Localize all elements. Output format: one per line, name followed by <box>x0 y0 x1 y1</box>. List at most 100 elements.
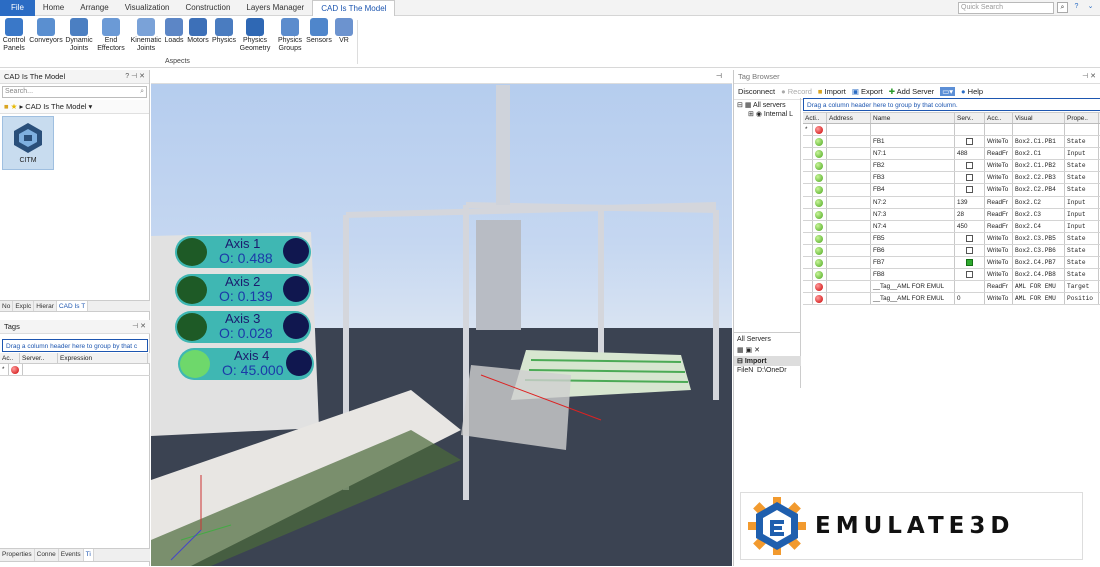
tab-events[interactable]: Events <box>59 549 84 561</box>
cell-address[interactable] <box>827 232 871 244</box>
tab-connections[interactable]: Conne <box>35 549 59 561</box>
row-status-cell[interactable] <box>813 184 827 196</box>
row-status-cell[interactable] <box>813 160 827 172</box>
cell-visual[interactable]: Box2.C4 <box>1013 220 1065 232</box>
row-status-cell[interactable] <box>813 232 827 244</box>
cell-prop[interactable]: Input <box>1065 208 1099 220</box>
file-name-property[interactable]: FileN D:\OneDr <box>734 366 801 375</box>
cell-visual[interactable]: AML FOR EMU <box>1013 281 1065 293</box>
cell-prop[interactable]: State <box>1065 244 1099 257</box>
cell-visual[interactable]: Box2.C1.PB2 <box>1013 160 1065 172</box>
tag-row[interactable]: __Tag__AML FOR EMUL ReadFr AML FOR EMU Targ… <box>803 281 1100 294</box>
tag-row[interactable]: FB4 WriteTo Box2.C2.PB4 State <box>803 184 1100 197</box>
tab-hierarchy[interactable]: Hierar <box>34 301 57 311</box>
column-header-access[interactable]: Acc.. <box>985 113 1013 123</box>
record-button[interactable]: ● Record <box>781 87 812 96</box>
cell-access[interactable]: WriteTo <box>985 257 1013 269</box>
row-status-cell[interactable] <box>803 196 813 208</box>
cell-address[interactable] <box>827 208 871 220</box>
cell-server[interactable] <box>955 232 985 244</box>
cell-server[interactable] <box>955 160 985 172</box>
cell-name[interactable]: N7:2 <box>871 196 955 208</box>
cell-name[interactable]: __Tag__AML FOR EMUL <box>871 281 955 293</box>
checkbox[interactable] <box>966 186 973 194</box>
cell-server[interactable]: 488 <box>955 148 985 160</box>
row-status-cell[interactable] <box>803 208 813 220</box>
row-status-cell[interactable] <box>803 220 813 232</box>
row-status-cell[interactable] <box>803 293 813 305</box>
cell-server[interactable]: 139 <box>955 196 985 208</box>
physics-groups-button[interactable]: Physics Groups <box>275 18 305 58</box>
physics-geometry-button[interactable]: Physics Geometry <box>238 18 272 58</box>
row-status-cell[interactable] <box>813 220 827 232</box>
tag-row[interactable]: FB1 WriteTo Box2.C1.PB1 State <box>803 136 1100 149</box>
tag-row[interactable]: __Tag__AML FOR EMUL 0 WriteTo AML FOR EMU Po… <box>803 293 1100 306</box>
cell-access[interactable]: ReadFr <box>985 196 1013 208</box>
cell-name[interactable]: FB8 <box>871 269 955 281</box>
cell-visual[interactable]: Box2.C3.PB5 <box>1013 232 1065 244</box>
tab-properties[interactable]: Properties <box>0 549 35 561</box>
end-effectors-button[interactable]: End Effectors <box>96 18 126 58</box>
cell-visual[interactable]: Box2.C4.PB7 <box>1013 257 1065 269</box>
cell-prop[interactable]: State <box>1065 172 1099 184</box>
row-status-cell[interactable] <box>803 160 813 172</box>
cell-server[interactable]: 0 <box>955 293 985 305</box>
tag-row[interactable]: N7:3 28 ReadFr Box2.C3 Input <box>803 208 1100 221</box>
cell-name[interactable]: N7:1 <box>871 148 955 160</box>
vr-button[interactable]: VR <box>333 18 355 58</box>
cell-access[interactable]: WriteTo <box>985 244 1013 257</box>
column-header-active[interactable]: Acti.. <box>803 113 827 123</box>
row-status-cell[interactable] <box>803 172 813 184</box>
cell-access[interactable]: ReadFr <box>985 281 1013 293</box>
column-header[interactable]: Server.. <box>20 353 58 363</box>
checkbox[interactable] <box>966 259 973 267</box>
row-status-cell[interactable] <box>803 281 813 293</box>
cell-visual[interactable]: Box2.C3 <box>1013 208 1065 220</box>
cell-address[interactable] <box>827 220 871 232</box>
tag-row[interactable]: FB8 WriteTo Box2.C4.PB8 State <box>803 269 1100 282</box>
cell-prop[interactable]: State <box>1065 257 1099 269</box>
row-status-cell[interactable] <box>803 136 813 148</box>
tag-row[interactable]: N7:4 450 ReadFr Box2.C4 Input <box>803 220 1100 233</box>
tree-root[interactable]: ⊟ ▦ All servers <box>734 98 800 109</box>
cell-server[interactable] <box>955 184 985 196</box>
cell-visual[interactable]: Box2.C3.PB6 <box>1013 244 1065 257</box>
3d-viewport[interactable]: Axis 1 O: 0.488 Axis 2 O: 0.139 Axis 3 O… <box>151 70 732 566</box>
search-icon[interactable]: ⌕ <box>1057 2 1068 13</box>
cell-prop[interactable]: State <box>1065 160 1099 172</box>
tag-row[interactable]: FB3 WriteTo Box2.C2.PB3 State <box>803 172 1100 185</box>
panel-controls[interactable]: ⊣ ✕ <box>1082 70 1096 84</box>
panel-controls[interactable]: ? ⊣ ✕ <box>125 70 145 84</box>
tab-cad-is-the-model[interactable]: CAD Is The Model <box>312 0 396 16</box>
cell-name[interactable]: FB3 <box>871 172 955 184</box>
quick-search-input[interactable]: Quick Search <box>958 1 1054 14</box>
cell-prop[interactable]: Target <box>1065 281 1099 293</box>
tab-layers-manager[interactable]: Layers Manager <box>238 0 312 16</box>
column-header-server[interactable]: Serv.. <box>955 113 985 123</box>
row-status-cell[interactable] <box>813 172 827 184</box>
row-status-cell[interactable] <box>813 281 827 293</box>
tree-child[interactable]: ⊞ ◉ Internal L <box>734 109 800 118</box>
help-icon[interactable]: ? <box>1071 2 1082 13</box>
cell-visual[interactable]: Box2.C1.PB1 <box>1013 136 1065 148</box>
cell-server[interactable] <box>955 257 985 269</box>
cell-access[interactable]: WriteTo <box>985 232 1013 244</box>
cell-server[interactable]: 28 <box>955 208 985 220</box>
cell-access[interactable]: ReadFr <box>985 220 1013 232</box>
cell-visual[interactable]: Box2.C1 <box>1013 148 1065 160</box>
physics-button[interactable]: Physics <box>211 18 237 58</box>
cad-search-input[interactable]: Search... ⌕ <box>2 86 147 98</box>
column-header-visual[interactable]: Visual <box>1013 113 1065 123</box>
row-status-cell[interactable] <box>813 293 827 305</box>
dynamic-joints-button[interactable]: Dynamic Joints <box>64 18 94 58</box>
conveyors-button[interactable]: Conveyors <box>29 18 63 58</box>
cell-prop[interactable]: Input <box>1065 148 1099 160</box>
checkbox[interactable] <box>966 271 973 279</box>
cell-name[interactable]: FB5 <box>871 232 955 244</box>
row-status-cell[interactable] <box>813 208 827 220</box>
tab-cad-is-the-model[interactable]: CAD Is T <box>56 301 89 311</box>
row-status-cell[interactable] <box>813 148 827 160</box>
row-status-cell[interactable] <box>813 269 827 281</box>
cell-prop[interactable]: State <box>1065 136 1099 148</box>
import-button[interactable]: ■ Import <box>818 87 846 96</box>
